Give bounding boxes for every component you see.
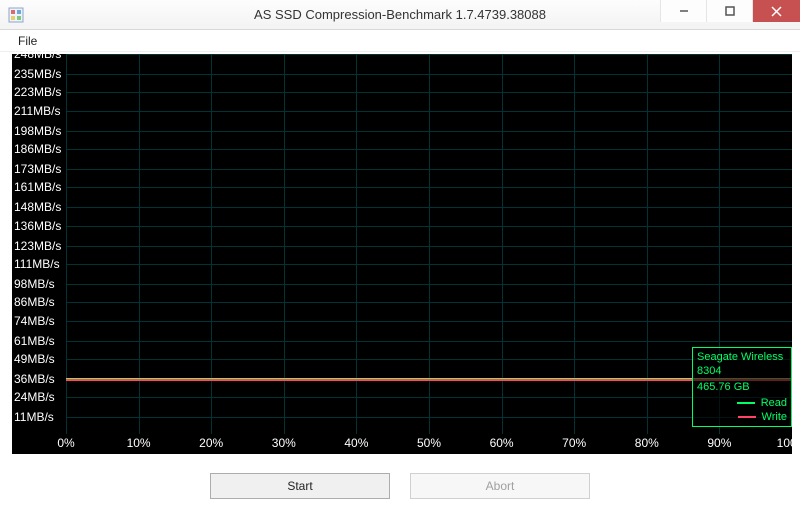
y-tick-label: 223MB/s: [12, 86, 66, 98]
y-tick-label: 98MB/s: [12, 278, 66, 290]
y-tick-label: 123MB/s: [12, 240, 66, 252]
menubar: File: [0, 30, 800, 52]
abort-button: Abort: [410, 473, 590, 499]
y-tick-label: 211MB/s: [12, 105, 66, 117]
y-tick-label: 36MB/s: [12, 373, 66, 385]
y-tick-label: 198MB/s: [12, 125, 66, 137]
x-tick-label: 10%: [127, 436, 151, 450]
y-tick-label: 136MB/s: [12, 220, 66, 232]
legend-read-label: Read: [761, 396, 787, 410]
y-axis: 11MB/s 24MB/s 36MB/s 49MB/s 61MB/s 74MB/s 86MB…: [12, 54, 66, 434]
legend-read: Read: [697, 396, 787, 410]
legend: Seagate Wireless U 8304 465.76 GB Read W…: [692, 347, 792, 427]
legend-device: Seagate Wireless U: [697, 350, 787, 364]
close-button[interactable]: [752, 0, 800, 22]
y-tick-label: 186MB/s: [12, 143, 66, 155]
window-title: AS SSD Compression-Benchmark 1.7.4739.38…: [254, 7, 546, 22]
y-tick-label: 173MB/s: [12, 163, 66, 175]
x-tick-label: 0%: [57, 436, 74, 450]
y-tick-label: 49MB/s: [12, 353, 66, 365]
legend-write-label: Write: [762, 410, 787, 424]
minimize-button[interactable]: [660, 0, 706, 22]
y-tick-label: 86MB/s: [12, 296, 66, 308]
x-tick-label: 100%: [777, 436, 800, 450]
legend-device-2: 8304: [697, 364, 787, 378]
x-tick-label: 80%: [635, 436, 659, 450]
button-row: Start Abort: [0, 473, 800, 499]
x-tick-label: 20%: [199, 436, 223, 450]
series-write: [66, 379, 792, 381]
titlebar: AS SSD Compression-Benchmark 1.7.4739.38…: [0, 0, 800, 30]
y-tick-label: 248MB/s: [12, 48, 66, 60]
y-tick-label: 161MB/s: [12, 181, 66, 193]
y-tick-label: 11MB/s: [12, 411, 66, 423]
legend-write: Write: [697, 410, 787, 424]
start-button[interactable]: Start: [210, 473, 390, 499]
chart-plot-area: Seagate Wireless U 8304 465.76 GB Read W…: [66, 54, 792, 434]
y-tick-label: 235MB/s: [12, 68, 66, 80]
y-tick-label: 74MB/s: [12, 315, 66, 327]
x-axis: 0%10%20%30%40%50%60%70%80%90%100%: [66, 434, 792, 454]
legend-capacity: 465.76 GB: [697, 380, 787, 394]
x-tick-label: 40%: [344, 436, 368, 450]
x-tick-label: 70%: [562, 436, 586, 450]
y-tick-label: 148MB/s: [12, 201, 66, 213]
x-tick-label: 60%: [490, 436, 514, 450]
x-tick-label: 90%: [707, 436, 731, 450]
maximize-button[interactable]: [706, 0, 752, 22]
window-controls: [660, 0, 800, 22]
y-tick-label: 111MB/s: [12, 258, 66, 270]
app-icon: [8, 7, 24, 23]
legend-read-swatch: [737, 402, 755, 404]
x-tick-label: 50%: [417, 436, 441, 450]
legend-write-swatch: [738, 416, 756, 418]
x-tick-label: 30%: [272, 436, 296, 450]
y-tick-label: 24MB/s: [12, 391, 66, 403]
chart: 11MB/s 24MB/s 36MB/s 49MB/s 61MB/s 74MB/s 86MB…: [12, 54, 798, 454]
y-tick-label: 61MB/s: [12, 335, 66, 347]
